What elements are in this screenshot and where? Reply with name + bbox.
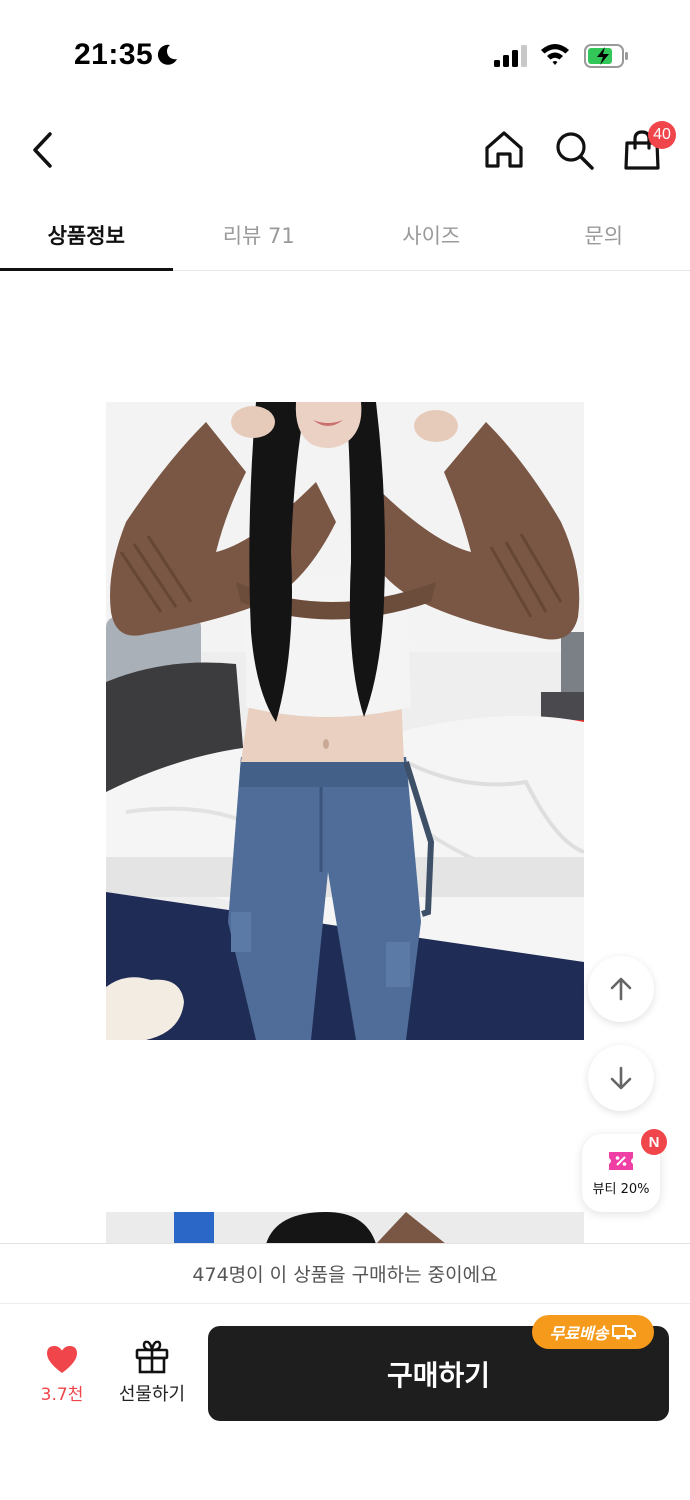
- gift-button[interactable]: 선물하기: [112, 1340, 192, 1414]
- product-image-next: [106, 1212, 584, 1244]
- home-icon: [485, 131, 523, 168]
- chevron-left-icon: [33, 132, 52, 168]
- like-count: 3.7천: [40, 1385, 84, 1405]
- like-button[interactable]: 3.7천: [30, 1344, 94, 1414]
- gift-icon: [135, 1340, 169, 1374]
- coupon-icon: [609, 1151, 633, 1170]
- tab-reviews[interactable]: 리뷰 71: [173, 200, 346, 270]
- new-badge: N: [641, 1129, 667, 1155]
- scroll-up-button[interactable]: [588, 956, 654, 1022]
- cart-count-badge: 40: [648, 121, 676, 149]
- free-shipping-label: 무료배송: [549, 1324, 609, 1343]
- battery-icon: [584, 44, 628, 68]
- arrow-up-icon: [610, 977, 632, 1001]
- arrow-down-icon: [610, 1066, 632, 1090]
- product-photo-next: [106, 1212, 584, 1244]
- beauty-coupon-label: 뷰티 20%: [592, 1181, 650, 1197]
- search-icon: [556, 132, 594, 170]
- tab-product-info[interactable]: 상품정보: [0, 200, 173, 271]
- gift-label: 선물하기: [118, 1384, 186, 1405]
- tab-inquiry[interactable]: 문의: [518, 200, 690, 270]
- status-bar: 21:35: [0, 0, 690, 100]
- signal-icon: [494, 45, 527, 67]
- back-button[interactable]: [24, 128, 60, 172]
- product-tabs: 상품정보 리뷰 71 사이즈 문의: [0, 200, 690, 271]
- status-time: 21:35: [74, 38, 154, 71]
- tab-size[interactable]: 사이즈: [345, 200, 518, 270]
- wifi-icon: [541, 44, 569, 65]
- product-image: [106, 402, 584, 1040]
- search-button[interactable]: [552, 128, 596, 172]
- home-button[interactable]: [482, 128, 526, 172]
- heart-icon: [47, 1346, 77, 1373]
- scroll-down-button[interactable]: [588, 1045, 654, 1111]
- free-shipping-badge: 무료배송: [532, 1315, 654, 1349]
- top-nav: [0, 110, 690, 190]
- moon-icon: [157, 44, 177, 65]
- truck-icon: [612, 1325, 637, 1340]
- buying-now-banner: 474명이 이 상품을 구매하는 중이에요: [0, 1243, 690, 1304]
- product-photo: [106, 402, 584, 1040]
